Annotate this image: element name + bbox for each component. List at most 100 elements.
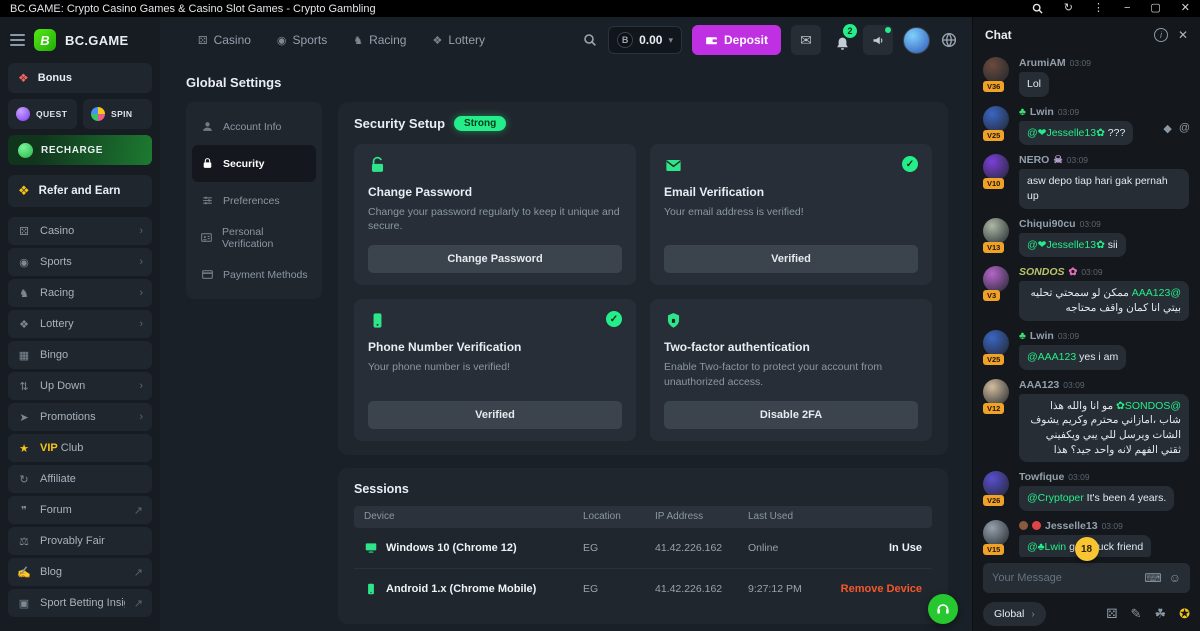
refer-and-earn-button[interactable]: ❖ Refer and Earn: [8, 175, 152, 207]
sidebar-item-lottery[interactable]: ❖Lottery›: [8, 310, 152, 338]
notifications-bell-icon[interactable]: 2: [831, 27, 853, 53]
settings-item-security[interactable]: Security: [192, 145, 316, 182]
chat-message: V12AAA12303:09@SONDOS✿ مو انا والله هذا …: [983, 379, 1190, 463]
search-icon[interactable]: [582, 32, 598, 48]
close-chat-icon[interactable]: ✕: [1178, 28, 1188, 42]
titlebar-refresh-icon[interactable]: ↻: [1064, 3, 1073, 14]
mention-link[interactable]: @❤Jesselle13✿: [1027, 239, 1105, 251]
mail-icon[interactable]: ✉: [791, 25, 821, 55]
sidebar-item-racing[interactable]: ♞Racing›: [8, 279, 152, 307]
wallet-balance-select[interactable]: B 0.00 ▾: [608, 26, 682, 54]
message-time: 03:09: [1080, 219, 1101, 229]
avatar[interactable]: [983, 266, 1009, 292]
tip-icon[interactable]: ◆: [1163, 122, 1171, 146]
quest-button[interactable]: QUEST: [8, 99, 77, 129]
remove-device-button[interactable]: Remove Device: [838, 583, 922, 595]
mention-link[interactable]: @SONDOS✿: [1116, 400, 1181, 412]
username-text: Jesselle13: [1045, 520, 1098, 532]
nav-lottery[interactable]: ❖ Lottery: [432, 33, 485, 47]
sidebar-item-casino[interactable]: ⚄Casino›: [8, 217, 152, 245]
chat-username[interactable]: Chiqui90cu03:09: [1019, 218, 1190, 230]
support-button[interactable]: [928, 594, 958, 624]
user-avatar[interactable]: [903, 27, 930, 54]
info-icon[interactable]: i: [1154, 28, 1168, 42]
hamburger-menu-icon[interactable]: [10, 34, 25, 46]
dice-icon[interactable]: ⚄: [1106, 606, 1117, 622]
card-desc: Your email address is verified!: [664, 205, 918, 233]
chat-username[interactable]: SONDOS✿03:09: [1019, 266, 1190, 278]
chat-username[interactable]: ArumiAM03:09: [1019, 57, 1190, 69]
nav-casino[interactable]: ⚄ Casino: [198, 33, 251, 47]
mention-link[interactable]: @❤Jesselle13✿: [1027, 127, 1105, 139]
globe-language-icon[interactable]: [940, 31, 958, 49]
mention-link[interactable]: @AAA123: [1132, 287, 1181, 299]
chat-username[interactable]: NERO☠03:09: [1019, 154, 1190, 166]
level-badge: V25: [983, 130, 1004, 141]
titlebar-menu-icon[interactable]: ⋮: [1093, 3, 1104, 14]
avatar[interactable]: [983, 57, 1009, 83]
deposit-button[interactable]: Deposit: [692, 25, 781, 55]
pencil-icon[interactable]: ✎: [1131, 606, 1142, 622]
settings-item-account-info[interactable]: Account Info: [192, 108, 316, 145]
chat-username[interactable]: Jesselle1303:09: [1019, 520, 1190, 532]
titlebar-search-icon[interactable]: [1031, 2, 1044, 15]
rewards-icon[interactable]: ✪: [1179, 606, 1190, 622]
clover-icon[interactable]: ☘: [1154, 606, 1166, 622]
avatar-col: V12: [983, 379, 1011, 463]
maximize-button[interactable]: ▢: [1150, 3, 1160, 14]
announcement-icon[interactable]: [863, 25, 893, 55]
email-verified-button[interactable]: Verified: [664, 245, 918, 273]
sidebar-item-forum[interactable]: ❞Forum↗: [8, 496, 152, 524]
settings-item-payment-methods[interactable]: Payment Methods: [192, 256, 316, 293]
chat-username[interactable]: AAA12303:09: [1019, 379, 1190, 391]
sidebar-item-sports[interactable]: ◉Sports›: [8, 248, 152, 276]
chat-message-input[interactable]: [992, 572, 1137, 584]
unread-count-badge[interactable]: 18: [1075, 537, 1099, 561]
sidebar-item-sport-betting-insig-[interactable]: ▣Sport Betting Insig...↗: [8, 589, 152, 617]
spin-button[interactable]: SPIN: [83, 99, 152, 129]
recharge-button[interactable]: RECHARGE: [8, 135, 152, 165]
sidebar-bonus-button[interactable]: ❖ Bonus: [8, 63, 152, 93]
spin-wheel-icon: [91, 107, 105, 121]
mention-link[interactable]: @Cryptoper: [1027, 492, 1084, 504]
change-password-button[interactable]: Change Password: [368, 245, 622, 273]
close-button[interactable]: ✕: [1181, 3, 1190, 14]
sidebar-item-blog[interactable]: ✍Blog↗: [8, 558, 152, 586]
settings-item-personal-verification[interactable]: Personal Verification: [192, 219, 316, 256]
name-badge-icon: [1019, 521, 1028, 530]
avatar[interactable]: [983, 330, 1009, 356]
sidebar-item-up-down[interactable]: ⇅Up Down›: [8, 372, 152, 400]
sidebar-item-promotions[interactable]: ➤Promotions›: [8, 403, 152, 431]
settings-item-preferences[interactable]: Preferences: [192, 182, 316, 219]
emoji-icon[interactable]: ☺: [1169, 571, 1181, 585]
avatar[interactable]: [983, 218, 1009, 244]
nav-racing[interactable]: ♞ Racing: [353, 33, 406, 47]
chat-channel-select[interactable]: Global ›: [983, 602, 1046, 626]
sidebar-item-provably-fair[interactable]: ⚖Provably Fair: [8, 527, 152, 555]
settings-item-label: Account Info: [223, 121, 281, 133]
nav-sports[interactable]: ◉ Sports: [277, 33, 327, 47]
gif-keyboard-icon[interactable]: ⌨: [1144, 571, 1161, 585]
phone-verified-button[interactable]: Verified: [368, 401, 622, 429]
avatar[interactable]: [983, 106, 1009, 132]
sidebar-item-affiliate[interactable]: ↻Affiliate: [8, 465, 152, 493]
minimize-button[interactable]: −: [1124, 3, 1130, 14]
star-icon: ★: [17, 442, 31, 455]
mention-icon[interactable]: @: [1179, 122, 1190, 146]
chat-username[interactable]: Towfique03:09: [1019, 471, 1190, 483]
mention-link[interactable]: @♣Lwin: [1027, 541, 1066, 553]
avatar[interactable]: [983, 154, 1009, 180]
avatar[interactable]: [983, 471, 1009, 497]
mention-link[interactable]: @AAA123: [1027, 351, 1076, 363]
dice-icon: ⚄: [17, 225, 31, 238]
avatar[interactable]: [983, 379, 1009, 405]
channel-label: Global: [994, 608, 1024, 620]
avatar[interactable]: [983, 520, 1009, 546]
horse-icon: ♞: [17, 287, 31, 300]
bcgame-logo-icon[interactable]: B: [34, 29, 56, 51]
chat-username[interactable]: ♣Lwin03:09: [1019, 106, 1155, 118]
disable-2fa-button[interactable]: Disable 2FA: [664, 401, 918, 429]
chat-username[interactable]: ♣Lwin03:09: [1019, 330, 1190, 342]
sidebar-item-bingo[interactable]: ▦Bingo: [8, 341, 152, 369]
sidebar-item-vip-club[interactable]: ★VIP Club: [8, 434, 152, 462]
